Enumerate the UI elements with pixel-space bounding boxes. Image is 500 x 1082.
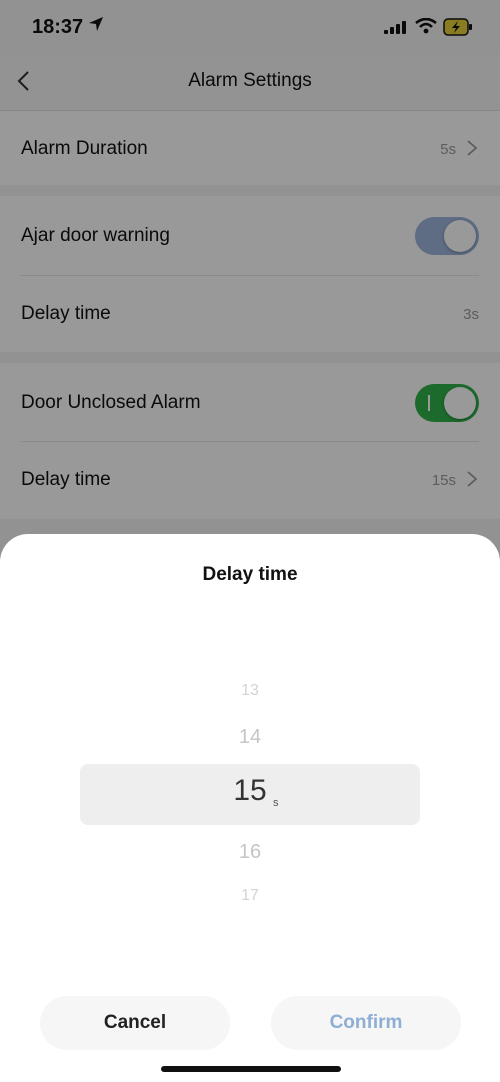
picker-option[interactable]: 13 [0,682,500,700]
delay-time-sheet: Delay time 13 14 15 s 16 17 Cancel Confi… [0,534,500,1082]
sheet-title: Delay time [202,564,298,585]
picker-option[interactable]: 16 [0,841,500,864]
home-indicator [161,1066,341,1072]
picker-unit: s [273,797,279,809]
confirm-button[interactable]: Confirm [271,996,461,1050]
delay-time-picker[interactable]: 13 14 15 s 16 17 [0,634,500,954]
picker-option[interactable]: 17 [0,887,500,905]
picker-selected-value[interactable]: 15 [0,774,500,808]
cancel-button[interactable]: Cancel [40,996,230,1050]
picker-option[interactable]: 14 [0,726,500,749]
